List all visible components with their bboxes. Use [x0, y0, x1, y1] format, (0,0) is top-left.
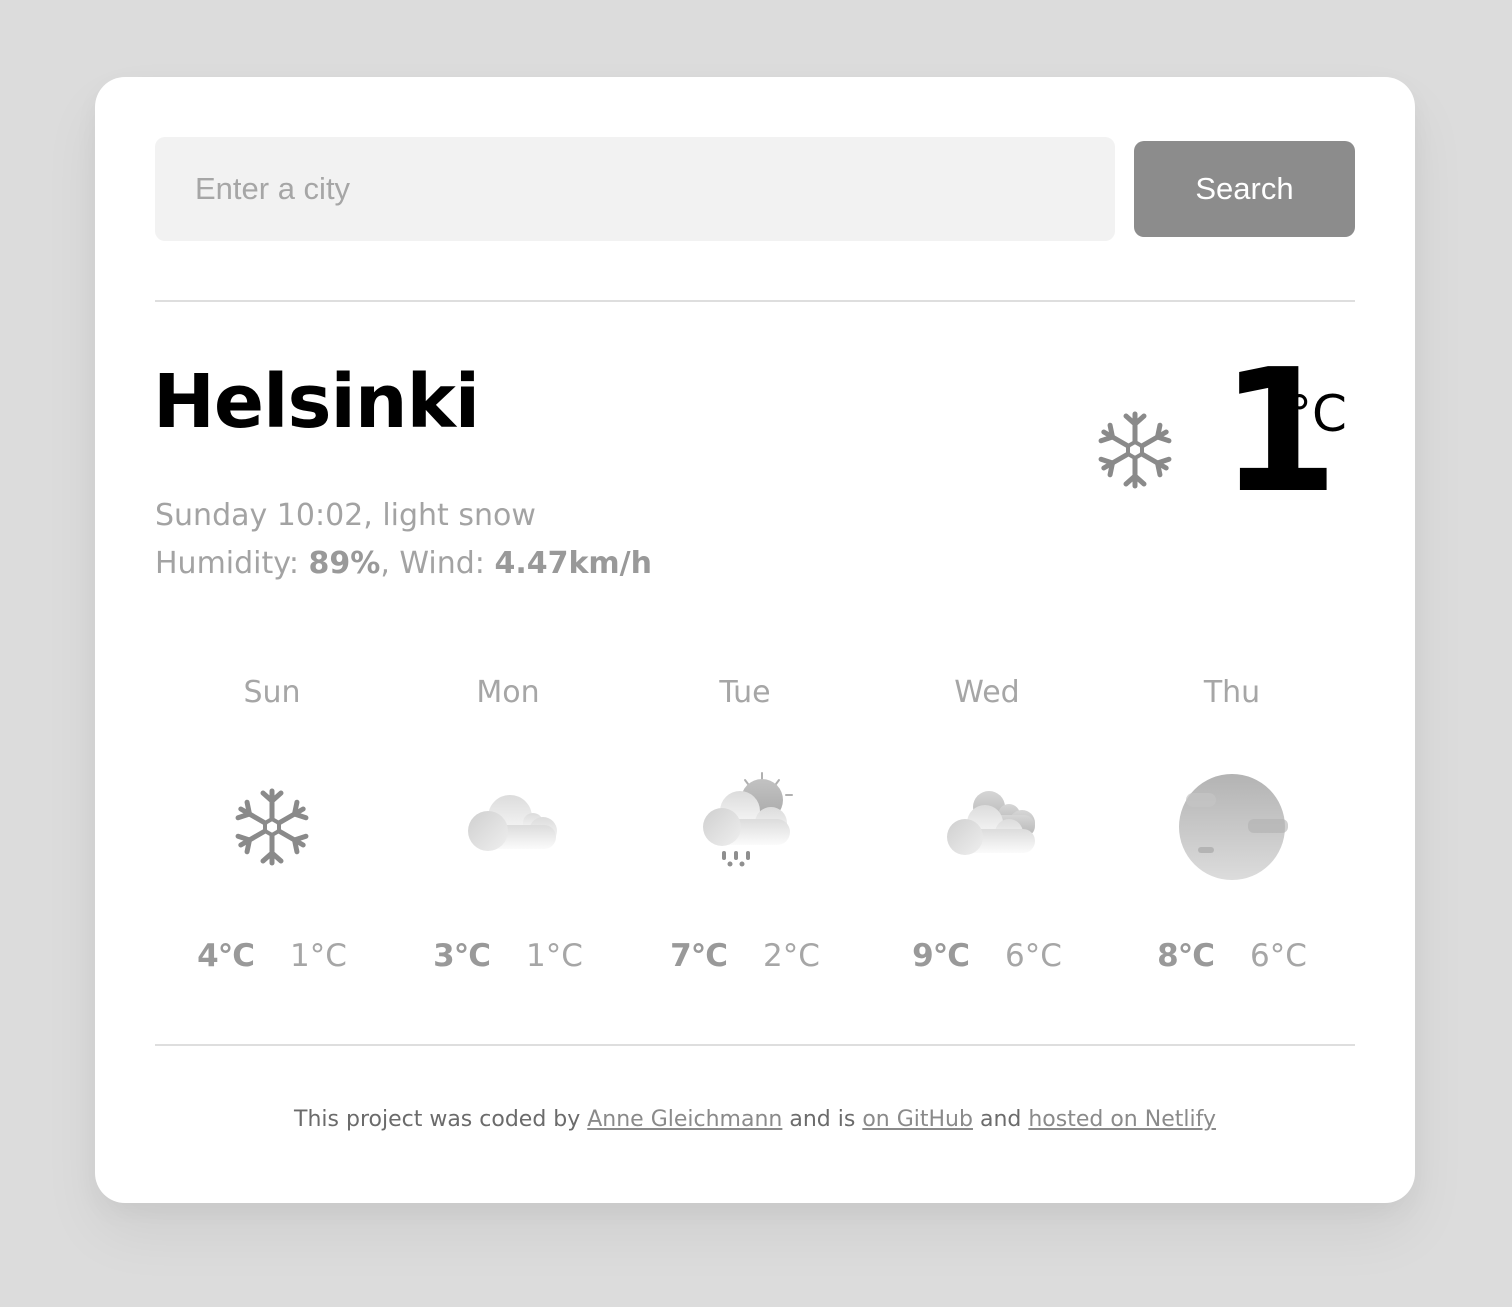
forecast-max-temp: 4°C: [197, 938, 255, 974]
forecast-day-name: Tue: [719, 675, 771, 710]
cloud-icon: [468, 795, 557, 851]
author-link[interactable]: Anne Gleichmann: [587, 1107, 782, 1132]
forecast-min-temp: 6°C: [1004, 938, 1062, 974]
temperature-unit: °C: [1287, 385, 1347, 443]
forecast-min-temp: 2°C: [762, 938, 820, 974]
forecast-max-temp: 3°C: [433, 938, 491, 974]
forecast-day-name: Mon: [476, 675, 540, 710]
weather-details: Sunday 10:02, light snow Humidity: 89%, …: [155, 492, 652, 588]
snowflake-icon: [212, 767, 332, 887]
forecast-min-temp: 1°C: [525, 938, 583, 974]
forecast-max-temp: 7°C: [670, 938, 728, 974]
snowflake-icon: [1095, 410, 1175, 490]
day-time: Sunday 10:02: [155, 498, 364, 533]
city-search-input[interactable]: [155, 137, 1115, 241]
sun-cloud-rain-icon: [703, 772, 793, 867]
humidity-value: 89%: [308, 546, 381, 581]
forecast-temps: 4°C 1°C: [152, 938, 392, 974]
forecast-min-temp: 6°C: [1249, 938, 1307, 974]
humidity-label: Humidity:: [155, 546, 299, 581]
humidity-wind-line: Humidity: 89%, Wind: 4.47km/h: [155, 546, 652, 581]
forecast-temps: 7°C 2°C: [625, 938, 865, 974]
mist-icon: [1179, 774, 1288, 880]
forecast: Sun 4°C 1°C Mon 3°C 1°C Tue 7°C 2°C Wed …: [155, 675, 1355, 995]
forecast-day-name: Sun: [243, 675, 301, 710]
forecast-day-name: Wed: [954, 675, 1020, 710]
wind-value: 4.47km/h: [494, 546, 652, 581]
forecast-temps: 8°C 6°C: [1112, 938, 1352, 974]
top-divider: [155, 300, 1355, 302]
date-description-line: Sunday 10:02, light snow: [155, 498, 536, 533]
weather-card: Search Helsinki Sunday 10:02, light snow…: [95, 77, 1415, 1203]
bottom-divider: [155, 1044, 1355, 1046]
search-form: Search: [155, 137, 1355, 241]
city-name: Helsinki: [153, 359, 480, 445]
forecast-max-temp: 9°C: [912, 938, 970, 974]
netlify-link[interactable]: hosted on Netlify: [1028, 1107, 1216, 1132]
forecast-day-name: Thu: [1203, 675, 1261, 710]
broken-clouds-icon: [947, 791, 1035, 855]
forecast-temps: 3°C 1°C: [388, 938, 628, 974]
github-link[interactable]: on GitHub: [862, 1107, 973, 1132]
search-button[interactable]: Search: [1134, 141, 1355, 237]
forecast-min-temp: 1°C: [289, 938, 347, 974]
weather-description: light snow: [382, 498, 536, 533]
footer: This project was coded by Anne Gleichman…: [294, 1107, 1216, 1132]
forecast-temps: 9°C 6°C: [867, 938, 1107, 974]
forecast-max-temp: 8°C: [1157, 938, 1215, 974]
wind-label: Wind:: [399, 546, 485, 581]
